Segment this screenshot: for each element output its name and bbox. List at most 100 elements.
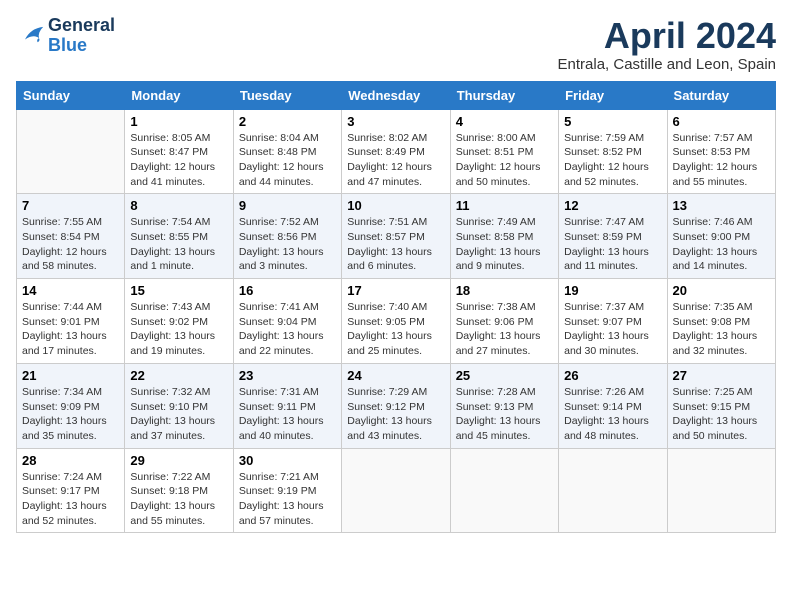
day-cell bbox=[667, 448, 775, 533]
day-number: 13 bbox=[673, 198, 770, 213]
day-number: 26 bbox=[564, 368, 661, 383]
day-cell bbox=[342, 448, 450, 533]
week-row-5: 28 Sunrise: 7:24 AM Sunset: 9:17 PM Dayli… bbox=[17, 448, 776, 533]
day-number: 28 bbox=[22, 453, 119, 468]
day-number: 8 bbox=[130, 198, 227, 213]
day-cell bbox=[559, 448, 667, 533]
day-info: Sunrise: 7:21 AM Sunset: 9:19 PM Dayligh… bbox=[239, 470, 336, 529]
day-number: 18 bbox=[456, 283, 553, 298]
column-header-saturday: Saturday bbox=[667, 81, 775, 109]
day-cell: 4 Sunrise: 8:00 AM Sunset: 8:51 PM Daylig… bbox=[450, 109, 558, 194]
day-info: Sunrise: 7:52 AM Sunset: 8:56 PM Dayligh… bbox=[239, 215, 336, 274]
day-cell: 7Sunrise: 7:55 AM Sunset: 8:54 PM Daylig… bbox=[17, 194, 125, 279]
day-cell: 2 Sunrise: 8:04 AM Sunset: 8:48 PM Daylig… bbox=[233, 109, 341, 194]
day-number: 20 bbox=[673, 283, 770, 298]
day-cell: 22 Sunrise: 7:32 AM Sunset: 9:10 PM Dayli… bbox=[125, 363, 233, 448]
day-number: 19 bbox=[564, 283, 661, 298]
day-cell: 13 Sunrise: 7:46 AM Sunset: 9:00 PM Dayli… bbox=[667, 194, 775, 279]
day-info: Sunrise: 7:41 AM Sunset: 9:04 PM Dayligh… bbox=[239, 300, 336, 359]
day-number: 3 bbox=[347, 114, 444, 129]
day-number: 30 bbox=[239, 453, 336, 468]
day-number: 16 bbox=[239, 283, 336, 298]
day-number: 7 bbox=[22, 198, 119, 213]
day-info: Sunrise: 8:04 AM Sunset: 8:48 PM Dayligh… bbox=[239, 131, 336, 190]
day-cell: 6 Sunrise: 7:57 AM Sunset: 8:53 PM Daylig… bbox=[667, 109, 775, 194]
day-number: 2 bbox=[239, 114, 336, 129]
week-row-1: 1 Sunrise: 8:05 AM Sunset: 8:47 PM Daylig… bbox=[17, 109, 776, 194]
day-number: 27 bbox=[673, 368, 770, 383]
day-cell: 11Sunrise: 7:49 AM Sunset: 8:58 PM Dayli… bbox=[450, 194, 558, 279]
week-row-3: 14Sunrise: 7:44 AM Sunset: 9:01 PM Dayli… bbox=[17, 279, 776, 364]
day-cell: 9 Sunrise: 7:52 AM Sunset: 8:56 PM Daylig… bbox=[233, 194, 341, 279]
day-cell: 10Sunrise: 7:51 AM Sunset: 8:57 PM Dayli… bbox=[342, 194, 450, 279]
day-cell: 16 Sunrise: 7:41 AM Sunset: 9:04 PM Dayli… bbox=[233, 279, 341, 364]
day-info: Sunrise: 7:40 AM Sunset: 9:05 PM Dayligh… bbox=[347, 300, 444, 359]
logo-text: GeneralBlue bbox=[48, 16, 115, 56]
day-info: Sunrise: 7:26 AM Sunset: 9:14 PM Dayligh… bbox=[564, 385, 661, 444]
day-cell: 15 Sunrise: 7:43 AM Sunset: 9:02 PM Dayli… bbox=[125, 279, 233, 364]
day-cell: 27 Sunrise: 7:25 AM Sunset: 9:15 PM Dayli… bbox=[667, 363, 775, 448]
calendar-table: SundayMondayTuesdayWednesdayThursdayFrid… bbox=[16, 81, 776, 534]
day-info: Sunrise: 7:22 AM Sunset: 9:18 PM Dayligh… bbox=[130, 470, 227, 529]
column-header-sunday: Sunday bbox=[17, 81, 125, 109]
day-number: 17 bbox=[347, 283, 444, 298]
day-cell: 8Sunrise: 7:54 AM Sunset: 8:55 PM Daylig… bbox=[125, 194, 233, 279]
day-info: Sunrise: 8:05 AM Sunset: 8:47 PM Dayligh… bbox=[130, 131, 227, 190]
day-number: 21 bbox=[22, 368, 119, 383]
day-info: Sunrise: 7:57 AM Sunset: 8:53 PM Dayligh… bbox=[673, 131, 770, 190]
calendar-header-row: SundayMondayTuesdayWednesdayThursdayFrid… bbox=[17, 81, 776, 109]
day-cell: 5Sunrise: 7:59 AM Sunset: 8:52 PM Daylig… bbox=[559, 109, 667, 194]
week-row-2: 7Sunrise: 7:55 AM Sunset: 8:54 PM Daylig… bbox=[17, 194, 776, 279]
day-info: Sunrise: 7:32 AM Sunset: 9:10 PM Dayligh… bbox=[130, 385, 227, 444]
day-cell: 24 Sunrise: 7:29 AM Sunset: 9:12 PM Dayli… bbox=[342, 363, 450, 448]
day-number: 5 bbox=[564, 114, 661, 129]
day-info: Sunrise: 7:31 AM Sunset: 9:11 PM Dayligh… bbox=[239, 385, 336, 444]
day-number: 15 bbox=[130, 283, 227, 298]
day-cell: 12 Sunrise: 7:47 AM Sunset: 8:59 PM Dayli… bbox=[559, 194, 667, 279]
day-info: Sunrise: 7:35 AM Sunset: 9:08 PM Dayligh… bbox=[673, 300, 770, 359]
day-number: 6 bbox=[673, 114, 770, 129]
day-number: 29 bbox=[130, 453, 227, 468]
day-cell bbox=[17, 109, 125, 194]
day-info: Sunrise: 7:46 AM Sunset: 9:00 PM Dayligh… bbox=[673, 215, 770, 274]
day-number: 14 bbox=[22, 283, 119, 298]
day-info: Sunrise: 7:34 AM Sunset: 9:09 PM Dayligh… bbox=[22, 385, 119, 444]
day-cell: 1 Sunrise: 8:05 AM Sunset: 8:47 PM Daylig… bbox=[125, 109, 233, 194]
day-number: 22 bbox=[130, 368, 227, 383]
day-cell: 21 Sunrise: 7:34 AM Sunset: 9:09 PM Dayli… bbox=[17, 363, 125, 448]
day-info: Sunrise: 7:49 AM Sunset: 8:58 PM Dayligh… bbox=[456, 215, 553, 274]
day-cell: 18 Sunrise: 7:38 AM Sunset: 9:06 PM Dayli… bbox=[450, 279, 558, 364]
day-info: Sunrise: 7:24 AM Sunset: 9:17 PM Dayligh… bbox=[22, 470, 119, 529]
day-cell: 19Sunrise: 7:37 AM Sunset: 9:07 PM Dayli… bbox=[559, 279, 667, 364]
day-cell: 14Sunrise: 7:44 AM Sunset: 9:01 PM Dayli… bbox=[17, 279, 125, 364]
day-cell: 26 Sunrise: 7:26 AM Sunset: 9:14 PM Dayli… bbox=[559, 363, 667, 448]
day-number: 1 bbox=[130, 114, 227, 129]
day-cell: 25Sunrise: 7:28 AM Sunset: 9:13 PM Dayli… bbox=[450, 363, 558, 448]
column-header-thursday: Thursday bbox=[450, 81, 558, 109]
day-number: 9 bbox=[239, 198, 336, 213]
day-cell bbox=[450, 448, 558, 533]
day-cell: 29 Sunrise: 7:22 AM Sunset: 9:18 PM Dayli… bbox=[125, 448, 233, 533]
day-info: Sunrise: 7:43 AM Sunset: 9:02 PM Dayligh… bbox=[130, 300, 227, 359]
month-title: April 2024 bbox=[558, 16, 776, 56]
day-number: 12 bbox=[564, 198, 661, 213]
day-cell: 30 Sunrise: 7:21 AM Sunset: 9:19 PM Dayli… bbox=[233, 448, 341, 533]
day-number: 24 bbox=[347, 368, 444, 383]
week-row-4: 21 Sunrise: 7:34 AM Sunset: 9:09 PM Dayli… bbox=[17, 363, 776, 448]
day-number: 4 bbox=[456, 114, 553, 129]
title-area: April 2024 Entrala, Castille and Leon, S… bbox=[558, 16, 776, 73]
day-info: Sunrise: 7:25 AM Sunset: 9:15 PM Dayligh… bbox=[673, 385, 770, 444]
column-header-friday: Friday bbox=[559, 81, 667, 109]
day-number: 10 bbox=[347, 198, 444, 213]
day-info: Sunrise: 7:38 AM Sunset: 9:06 PM Dayligh… bbox=[456, 300, 553, 359]
location-subtitle: Entrala, Castille and Leon, Spain bbox=[558, 56, 776, 73]
day-info: Sunrise: 8:00 AM Sunset: 8:51 PM Dayligh… bbox=[456, 131, 553, 190]
day-number: 23 bbox=[239, 368, 336, 383]
day-cell: 3Sunrise: 8:02 AM Sunset: 8:49 PM Daylig… bbox=[342, 109, 450, 194]
day-cell: 20 Sunrise: 7:35 AM Sunset: 9:08 PM Dayli… bbox=[667, 279, 775, 364]
day-info: Sunrise: 7:47 AM Sunset: 8:59 PM Dayligh… bbox=[564, 215, 661, 274]
column-header-wednesday: Wednesday bbox=[342, 81, 450, 109]
day-info: Sunrise: 7:28 AM Sunset: 9:13 PM Dayligh… bbox=[456, 385, 553, 444]
day-info: Sunrise: 7:29 AM Sunset: 9:12 PM Dayligh… bbox=[347, 385, 444, 444]
column-header-tuesday: Tuesday bbox=[233, 81, 341, 109]
